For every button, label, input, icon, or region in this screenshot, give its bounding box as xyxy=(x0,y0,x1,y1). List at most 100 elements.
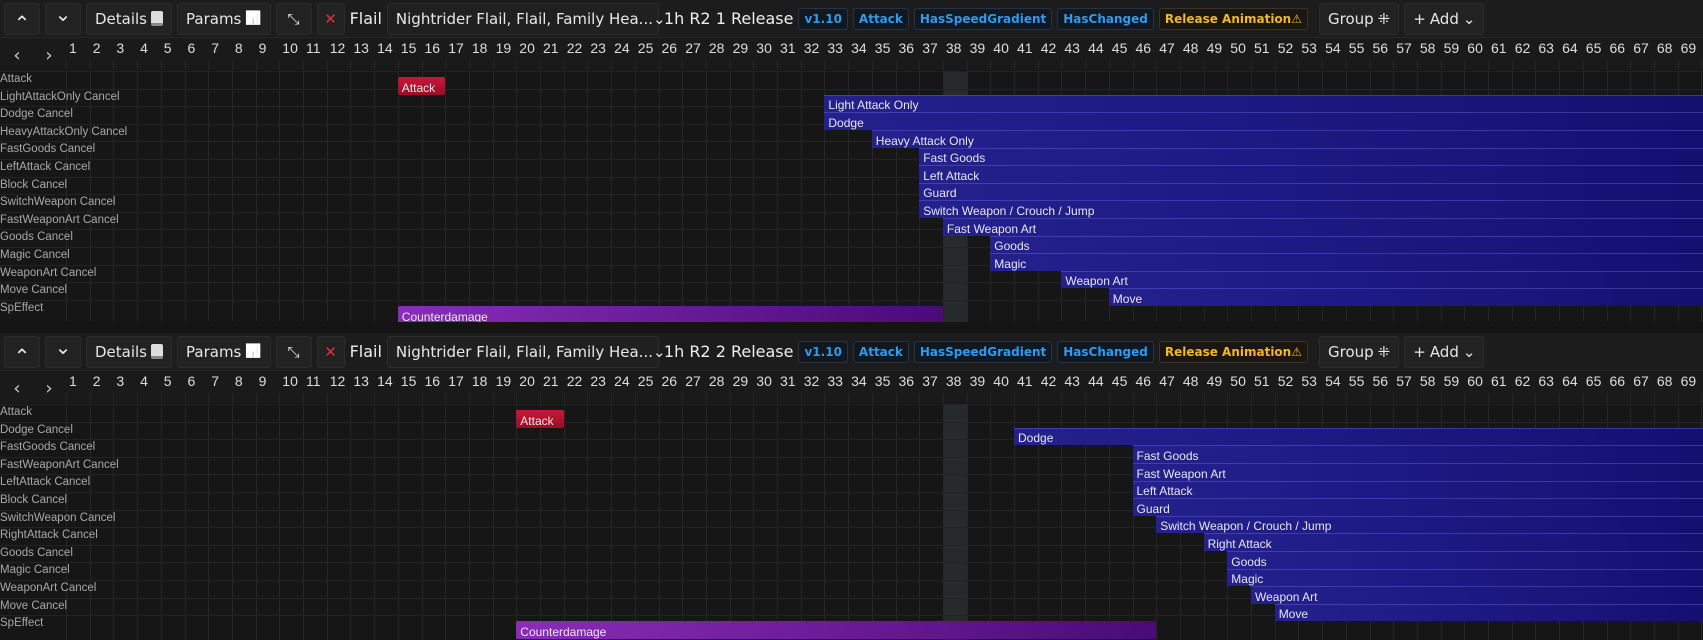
frame-tick[interactable]: 69 xyxy=(1681,40,1697,56)
event-bar-cancel[interactable]: Dodge xyxy=(1014,427,1703,446)
event-bar-cancel[interactable]: Goods xyxy=(990,235,1703,254)
frame-tick[interactable]: 54 xyxy=(1325,373,1341,389)
frame-tick[interactable]: 64 xyxy=(1562,373,1578,389)
event-bar-cancel[interactable]: Right Attack xyxy=(1203,533,1703,551)
next-frame-button[interactable]: › xyxy=(34,374,64,402)
event-bar-cancel[interactable]: Left Attack xyxy=(919,165,1703,183)
frame-tick[interactable]: 59 xyxy=(1444,40,1460,56)
event-bar-cancel[interactable]: Magic xyxy=(1227,568,1703,587)
close-button[interactable]: ✕ xyxy=(316,335,345,368)
next-frame-button[interactable]: › xyxy=(34,41,64,69)
frame-tick[interactable]: 52 xyxy=(1278,40,1294,56)
move-up-button[interactable]: ⌃ xyxy=(4,335,40,368)
frame-tick[interactable]: 67 xyxy=(1633,373,1649,389)
frame-tick[interactable]: 29 xyxy=(733,40,749,56)
event-bar-speffect[interactable]: Counterdamage xyxy=(516,621,1157,639)
event-bar-cancel[interactable]: Move xyxy=(1108,288,1703,306)
frame-tick[interactable]: 63 xyxy=(1538,40,1554,56)
frame-tick[interactable]: 32 xyxy=(804,373,820,389)
frame-tick[interactable]: 48 xyxy=(1183,40,1199,56)
frame-tick[interactable]: 9 xyxy=(259,40,267,56)
frame-tick[interactable]: 25 xyxy=(638,373,654,389)
frame-tick[interactable]: 55 xyxy=(1349,373,1365,389)
move-down-button[interactable]: ⌄ xyxy=(45,2,81,35)
event-bar-attack[interactable]: Attack xyxy=(516,410,564,428)
frame-tick[interactable]: 34 xyxy=(851,373,867,389)
frame-tick[interactable]: 39 xyxy=(970,373,986,389)
frame-tick[interactable]: 53 xyxy=(1301,40,1317,56)
frame-tick[interactable]: 42 xyxy=(1041,40,1057,56)
frame-tick[interactable]: 26 xyxy=(662,40,678,56)
frame-tick[interactable]: 34 xyxy=(851,40,867,56)
event-bar-cancel[interactable]: Left Attack xyxy=(1132,480,1703,499)
frame-tick[interactable]: 44 xyxy=(1088,40,1104,56)
frame-tick[interactable]: 4 xyxy=(140,40,148,56)
prev-frame-button[interactable]: ‹ xyxy=(2,41,32,69)
params-button[interactable]: Params 📊 xyxy=(177,335,271,368)
frame-tick[interactable]: 12 xyxy=(330,40,346,56)
details-button[interactable]: Details xyxy=(86,335,173,368)
group-button[interactable]: Group ⁜ xyxy=(1318,335,1400,368)
frame-tick[interactable]: 49 xyxy=(1207,40,1223,56)
frame-tick[interactable]: 38 xyxy=(946,40,962,56)
frame-tick[interactable]: 49 xyxy=(1207,373,1223,389)
frame-tick[interactable]: 7 xyxy=(211,373,219,389)
frame-tick[interactable]: 32 xyxy=(804,40,820,56)
frame-tick[interactable]: 46 xyxy=(1136,40,1152,56)
frame-tick[interactable]: 13 xyxy=(353,40,369,56)
frame-tick[interactable]: 7 xyxy=(211,40,219,56)
prev-frame-button[interactable]: ‹ xyxy=(2,374,32,402)
frame-tick[interactable]: 66 xyxy=(1610,40,1626,56)
frame-tick[interactable]: 28 xyxy=(709,373,725,389)
frame-tick[interactable]: 40 xyxy=(993,373,1009,389)
frame-tick[interactable]: 55 xyxy=(1349,40,1365,56)
event-bar-cancel[interactable]: Fast Goods xyxy=(919,147,1703,166)
event-bar-cancel[interactable]: Weapon Art xyxy=(1251,586,1703,604)
frame-tick[interactable]: 20 xyxy=(519,40,535,56)
frame-tick[interactable]: 62 xyxy=(1515,40,1531,56)
frame-tick[interactable]: 65 xyxy=(1586,40,1602,56)
frame-tick[interactable]: 51 xyxy=(1254,373,1270,389)
event-bar-cancel[interactable]: Fast Weapon Art xyxy=(1132,462,1703,481)
frame-tick[interactable]: 57 xyxy=(1396,40,1412,56)
frame-tick[interactable]: 4 xyxy=(140,373,148,389)
frame-tick[interactable]: 13 xyxy=(353,373,369,389)
frame-tick[interactable]: 16 xyxy=(425,373,441,389)
frame-tick[interactable]: 44 xyxy=(1088,373,1104,389)
event-bar-cancel[interactable]: Light Attack Only xyxy=(824,94,1703,113)
frame-tick[interactable]: 37 xyxy=(922,373,938,389)
event-bar-cancel[interactable]: Goods xyxy=(1227,550,1703,569)
frame-tick[interactable]: 59 xyxy=(1444,373,1460,389)
frame-tick[interactable]: 35 xyxy=(875,373,891,389)
frame-tick[interactable]: 33 xyxy=(827,373,843,389)
frame-tick[interactable]: 16 xyxy=(425,40,441,56)
frame-tick[interactable]: 36 xyxy=(899,40,915,56)
frame-tick[interactable]: 64 xyxy=(1562,40,1578,56)
frame-tick[interactable]: 58 xyxy=(1420,373,1436,389)
frame-tick[interactable]: 30 xyxy=(756,40,772,56)
frame-tick[interactable]: 1 xyxy=(69,40,77,56)
event-bar-cancel[interactable]: Heavy Attack Only xyxy=(871,129,1703,148)
frame-tick[interactable]: 31 xyxy=(780,373,796,389)
frame-tick[interactable]: 19 xyxy=(496,373,512,389)
frame-tick[interactable]: 17 xyxy=(448,40,464,56)
frame-tick[interactable]: 67 xyxy=(1633,40,1649,56)
event-bar-cancel[interactable]: Switch Weapon / Crouch / Jump xyxy=(919,200,1703,218)
frame-tick[interactable]: 41 xyxy=(1017,373,1033,389)
frame-tick[interactable]: 50 xyxy=(1230,40,1246,56)
frame-tick[interactable]: 20 xyxy=(519,373,535,389)
close-button[interactable]: ✕ xyxy=(316,2,345,35)
collapse-button[interactable]: ⤡ xyxy=(275,335,312,368)
frame-tick[interactable]: 5 xyxy=(164,40,172,56)
frame-tick[interactable]: 46 xyxy=(1136,373,1152,389)
frame-tick[interactable]: 1 xyxy=(69,373,77,389)
frame-tick[interactable]: 29 xyxy=(733,373,749,389)
frame-tick[interactable]: 23 xyxy=(590,40,606,56)
details-button[interactable]: Details xyxy=(86,2,173,35)
frame-tick[interactable]: 47 xyxy=(1159,40,1175,56)
frame-tick[interactable]: 21 xyxy=(543,40,559,56)
frame-tick[interactable]: 18 xyxy=(472,40,488,56)
frame-tick[interactable]: 8 xyxy=(235,40,243,56)
frame-tick[interactable]: 26 xyxy=(662,373,678,389)
add-button[interactable]: + Add ⌄ xyxy=(1404,2,1485,35)
